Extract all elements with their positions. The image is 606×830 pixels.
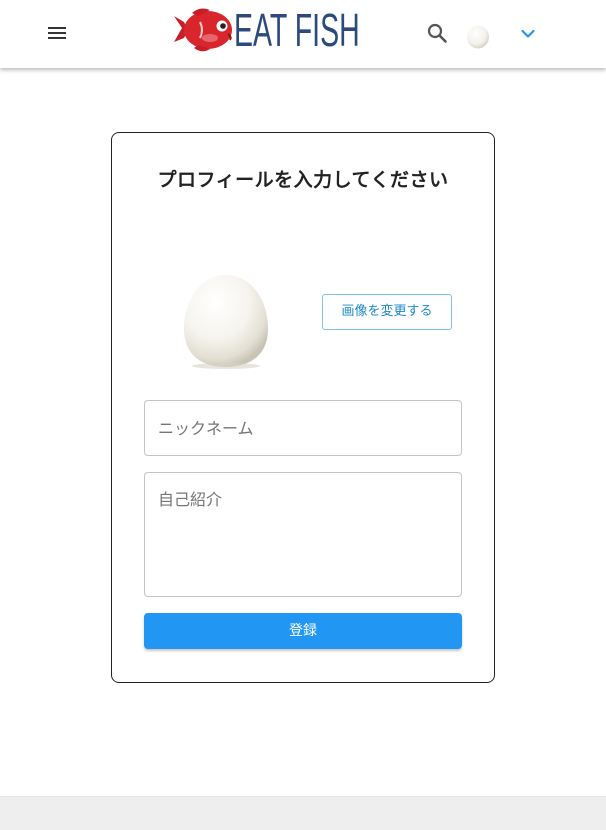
profile-avatar-image — [180, 271, 272, 371]
profile-form-card: プロフィールを入力してください 画像を変更する 登録 — [111, 132, 495, 683]
mochi-avatar-icon — [467, 25, 489, 49]
bio-field[interactable] — [144, 472, 462, 597]
fish-logo-icon — [174, 8, 232, 52]
footer-bar — [0, 796, 606, 830]
chevron-down-icon[interactable] — [518, 24, 538, 44]
logo[interactable]: EAT FISH — [170, 4, 360, 56]
hamburger-menu-icon[interactable] — [44, 21, 70, 47]
app-bar: EAT FISH — [0, 0, 606, 68]
register-button[interactable]: 登録 — [144, 613, 462, 649]
search-icon[interactable] — [426, 22, 448, 44]
mochi-avatar-icon — [184, 275, 268, 369]
logo-text: EAT FISH — [234, 4, 360, 56]
change-image-button[interactable]: 画像を変更する — [322, 294, 452, 330]
nickname-field[interactable] — [144, 400, 462, 456]
user-avatar-button[interactable] — [464, 22, 492, 50]
form-title: プロフィールを入力してください — [157, 169, 449, 191]
